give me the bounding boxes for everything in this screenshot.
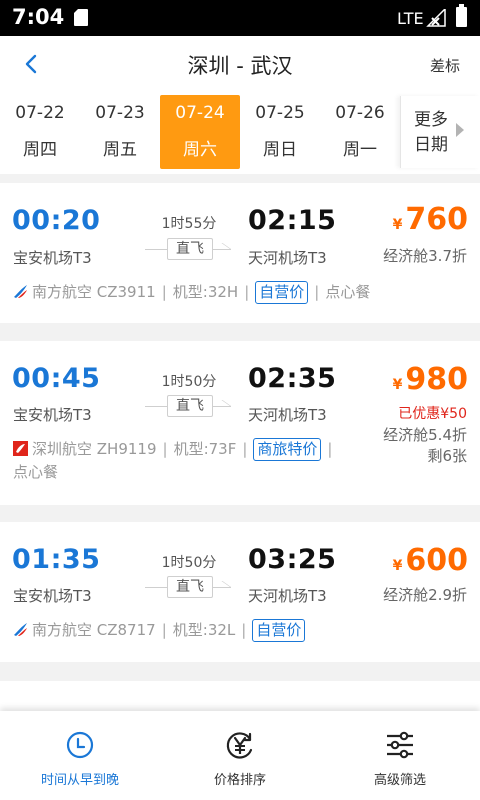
fare-tag: 商旅特价 [253, 438, 322, 461]
header: 深圳 - 武汉 差标 [0, 36, 480, 94]
fare-tag: 自营价 [255, 281, 309, 304]
airline-flight-number: 南方航空 CZ8717 [32, 621, 156, 639]
sd-card-icon [74, 9, 88, 26]
shenzhen-airlines-logo-icon [13, 441, 28, 456]
weekday-label: 周四 [23, 140, 57, 160]
flight-meta: 南方航空 CZ3911 | 机型:32H | 自营价 | 点心餐 [13, 281, 370, 304]
aircraft-type: 机型:32H [172, 283, 239, 301]
price: ¥980 [393, 362, 468, 397]
caret-right-icon [456, 123, 464, 137]
separator: | [162, 440, 168, 458]
arrival-airport: 天河机场T3 [248, 406, 327, 424]
departure-time: 00:20 [12, 205, 101, 236]
weekday-label: 周五 [103, 140, 137, 160]
date-tab[interactable]: 07-26 周一 [320, 95, 400, 169]
cabin-discount: 经济舱2.9折 [383, 586, 467, 604]
arrival-time: 02:35 [248, 363, 337, 394]
departure-airport: 宝安机场T3 [13, 406, 92, 424]
date-label: 07-25 [255, 103, 305, 123]
clock-icon [66, 731, 94, 759]
separator: | [327, 440, 333, 458]
weekday-label: 周一 [343, 140, 377, 160]
direct-flight-badge: 直飞 [167, 576, 213, 598]
currency-symbol: ¥ [392, 377, 403, 393]
signal-icon [426, 9, 446, 27]
price: ¥600 [393, 543, 468, 578]
tab-label: 价格排序 [213, 773, 266, 788]
separator: | [244, 283, 250, 301]
weekday-label: 周六 [183, 140, 217, 160]
sort-by-time-tab[interactable]: 时间从早到晚 [0, 711, 160, 800]
currency-symbol: ¥ [392, 558, 403, 574]
sort-by-price-tab[interactable]: 价格排序 [160, 711, 320, 800]
yen-circle-icon [226, 732, 253, 759]
date-selector: 07-22 周四 07-23 周五 07-24 周六 07-25 周日 07-2… [0, 94, 480, 174]
more-dates-button[interactable]: 更多日期 [400, 96, 480, 168]
cabin-discount: 经济舱3.7折 [383, 247, 467, 265]
flight-card[interactable]: 00:20 宝安机场T3 1时55分 直飞 02:15 天河机场T3 ¥760 … [0, 183, 480, 323]
departure-time: 01:35 [12, 544, 101, 575]
date-label: 07-24 [175, 103, 225, 123]
aircraft-type: 机型:32L [172, 621, 236, 639]
aircraft-type: 机型:73F [173, 440, 237, 458]
seats-remaining: 剩6张 [427, 447, 467, 465]
meal-info: 点心餐 [325, 283, 371, 301]
bottom-toolbar: 时间从早到晚 价格排序 高级筛选 [0, 711, 480, 800]
china-southern-logo-icon [14, 623, 27, 636]
separator: | [242, 440, 248, 458]
arrival-time: 03:25 [248, 544, 337, 575]
travel-standard-button[interactable]: 差标 [430, 55, 460, 76]
more-dates-label: 更多日期 [414, 110, 448, 155]
status-time: 7:04 [12, 5, 65, 29]
separator: | [161, 621, 167, 639]
airline-flight-number: 深圳航空 ZH9119 [32, 440, 157, 458]
arrival-airport: 天河机场T3 [248, 587, 327, 605]
direct-flight-badge: 直飞 [167, 395, 213, 417]
flight-duration: 1时55分 [161, 216, 217, 232]
price-value: 600 [405, 543, 468, 578]
flight-card[interactable]: 01:35 宝安机场T3 1时50分 直飞 03:25 天河机场T3 ¥600 … [0, 522, 480, 662]
separator: | [314, 283, 320, 301]
flight-duration: 1时50分 [161, 555, 217, 571]
discount-amount: 已优惠¥50 [398, 406, 467, 422]
weekday-label: 周日 [263, 140, 297, 160]
airline-flight-number: 南方航空 CZ3911 [32, 283, 156, 301]
route-title: 深圳 - 武汉 [187, 54, 293, 78]
fare-tag: 自营价 [252, 619, 306, 642]
arrival-airport: 天河机场T3 [248, 249, 327, 267]
departure-airport: 宝安机场T3 [13, 587, 92, 605]
battery-icon [456, 4, 467, 27]
tab-label: 时间从早到晚 [40, 773, 119, 788]
currency-symbol: ¥ [392, 217, 403, 233]
flight-card[interactable]: 00:45 宝安机场T3 1时50分 直飞 02:35 天河机场T3 ¥980 … [0, 341, 480, 505]
china-southern-logo-icon [14, 285, 27, 298]
date-tab[interactable]: 07-25 周日 [240, 95, 320, 169]
status-bar: 7:04 LTE [0, 0, 480, 36]
date-label: 07-23 [95, 103, 145, 123]
departure-time: 00:45 [12, 363, 101, 394]
direct-flight-badge: 直飞 [167, 238, 213, 260]
tab-label: 高级筛选 [373, 773, 426, 788]
network-type: LTE [397, 9, 424, 28]
flight-meta: 深圳航空 ZH9119 | 机型:73F | 商旅特价 | [13, 438, 338, 461]
departure-airport: 宝安机场T3 [13, 249, 92, 267]
flight-duration: 1时50分 [161, 374, 217, 390]
date-tab[interactable]: 07-22 周四 [0, 95, 80, 169]
date-label: 07-22 [15, 103, 65, 123]
price: ¥760 [393, 202, 468, 237]
arrival-time: 02:15 [248, 205, 337, 236]
filter-sliders-icon [387, 731, 413, 759]
cabin-discount: 经济舱5.4折 [383, 426, 467, 444]
date-tab[interactable]: 07-23 周五 [80, 95, 160, 169]
advanced-filter-tab[interactable]: 高级筛选 [320, 711, 480, 800]
date-label: 07-26 [335, 103, 385, 123]
separator: | [241, 621, 247, 639]
date-tab-selected[interactable]: 07-24 周六 [160, 95, 240, 169]
separator: | [161, 283, 167, 301]
meal-info: 点心餐 [13, 463, 59, 481]
flight-meta: 南方航空 CZ8717 | 机型:32L | 自营价 [13, 619, 306, 642]
price-value: 980 [405, 362, 468, 397]
price-value: 760 [405, 202, 468, 237]
